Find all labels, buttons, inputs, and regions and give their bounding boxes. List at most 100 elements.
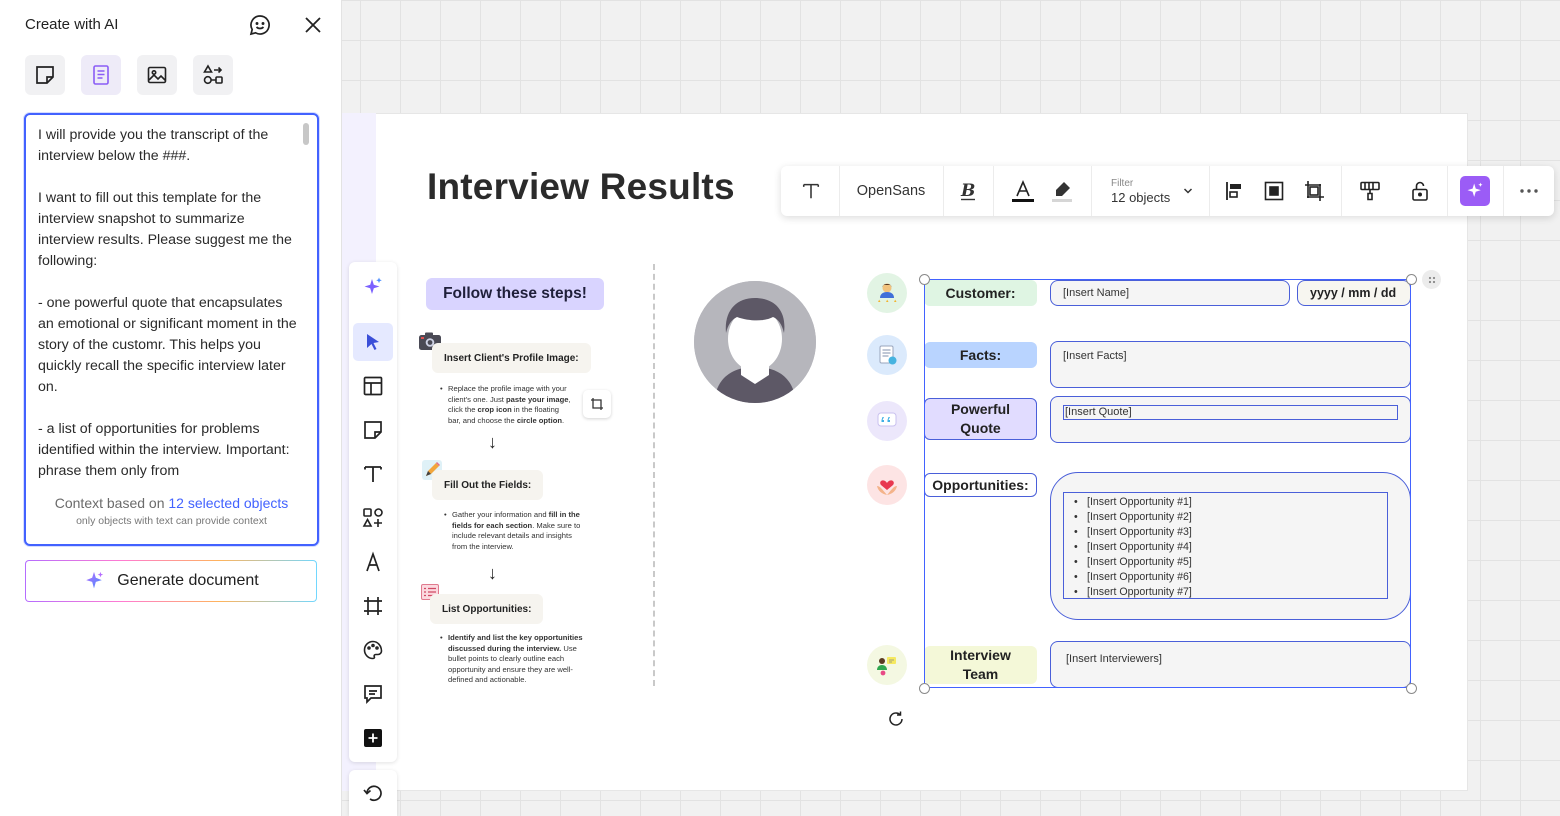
text-icon bbox=[364, 466, 382, 482]
prompt-scrollbar[interactable] bbox=[303, 118, 314, 543]
bold-button[interactable]: B bbox=[953, 166, 983, 216]
opportunities-list[interactable]: [Insert Opportunity #1] [Insert Opportun… bbox=[1063, 492, 1388, 600]
plus-square-icon bbox=[364, 729, 382, 747]
text-color-button[interactable] bbox=[1008, 166, 1038, 216]
crop-icon bbox=[591, 398, 603, 410]
list-item[interactable]: [Insert Opportunity #2] bbox=[1074, 510, 1387, 525]
customer-name-field[interactable]: [Insert Name] bbox=[1050, 280, 1290, 306]
layout-icon bbox=[363, 376, 383, 396]
list-item[interactable]: [Insert Opportunity #5] bbox=[1074, 555, 1387, 570]
step3-description: Identify and list the key opportunitiesd… bbox=[440, 633, 600, 686]
ai-assist-button[interactable] bbox=[1460, 166, 1490, 216]
font-family-select[interactable]: OpenSans bbox=[839, 166, 943, 216]
board-title[interactable]: Interview Results bbox=[427, 166, 735, 208]
generate-document-button[interactable]: Generate document bbox=[25, 560, 317, 602]
unlock-icon bbox=[1412, 181, 1428, 201]
filter-value: 12 objects bbox=[1111, 190, 1171, 205]
pen-icon bbox=[366, 551, 380, 572]
cursor-icon bbox=[367, 334, 379, 350]
crop-button[interactable] bbox=[583, 390, 611, 418]
text-style-button[interactable] bbox=[795, 166, 827, 216]
drag-handle[interactable] bbox=[1422, 270, 1441, 289]
panel-title: Create with AI bbox=[25, 16, 119, 33]
quote-field[interactable]: [Insert Quote] bbox=[1050, 396, 1411, 443]
shapes-icon bbox=[362, 508, 383, 527]
list-item[interactable]: [Insert Opportunity #6] bbox=[1074, 570, 1387, 585]
generate-label: Generate document bbox=[117, 572, 259, 589]
resize-handle-top-right[interactable] bbox=[1406, 274, 1417, 285]
feedback-icon[interactable] bbox=[247, 12, 273, 38]
context-toolbar: OpenSans B Filter 12 objects bbox=[781, 166, 1554, 216]
mode-diagram-button[interactable] bbox=[193, 55, 233, 95]
team-label[interactable]: Interview Team bbox=[924, 646, 1037, 684]
filter-dropdown[interactable]: Filter 12 objects bbox=[1111, 166, 1197, 216]
steps-header[interactable]: Follow these steps! bbox=[426, 278, 604, 310]
list-item[interactable]: [Insert Opportunity #7] bbox=[1074, 585, 1387, 600]
text-tool[interactable] bbox=[353, 455, 393, 493]
divider-dashed bbox=[653, 264, 655, 686]
lock-button[interactable] bbox=[1405, 166, 1435, 216]
resize-handle-bottom-right[interactable] bbox=[1406, 683, 1417, 694]
drag-dots-icon bbox=[1428, 276, 1435, 283]
sparkle-icon bbox=[1467, 182, 1483, 197]
list-item[interactable]: [Insert Opportunity #3] bbox=[1074, 525, 1387, 540]
comment-tool[interactable] bbox=[353, 675, 393, 713]
sticky-note-tool[interactable] bbox=[353, 411, 393, 449]
resize-handle-top-left[interactable] bbox=[919, 274, 930, 285]
select-tool[interactable] bbox=[353, 323, 393, 361]
ai-tool[interactable] bbox=[353, 268, 393, 306]
step1-title[interactable]: Insert Client's Profile Image: bbox=[432, 343, 591, 373]
more-options-button[interactable] bbox=[1514, 166, 1544, 216]
resize-handle-bottom-left[interactable] bbox=[919, 683, 930, 694]
date-field[interactable]: yyyy / mm / dd bbox=[1297, 280, 1411, 306]
frame-selection-button[interactable] bbox=[1299, 166, 1329, 216]
templates-tool[interactable] bbox=[353, 367, 393, 405]
prompt-textarea[interactable]: I will provide you the transcript of the… bbox=[24, 113, 319, 546]
prompt-text[interactable]: I will provide you the transcript of the… bbox=[38, 125, 300, 485]
list-item[interactable]: [Insert Opportunity #1] bbox=[1074, 495, 1387, 510]
quote-label[interactable]: Powerful Quote bbox=[924, 398, 1037, 440]
rotate-handle[interactable] bbox=[886, 709, 906, 729]
step2-title[interactable]: Fill Out the Fields: bbox=[432, 470, 544, 500]
opportunities-label[interactable]: Opportunities: bbox=[924, 473, 1037, 497]
mode-sticky-note-button[interactable] bbox=[25, 55, 65, 95]
stickers-tool[interactable] bbox=[353, 631, 393, 669]
frame-icon bbox=[1305, 181, 1324, 201]
facts-field[interactable]: [Insert Facts] bbox=[1050, 341, 1411, 388]
mode-image-button[interactable] bbox=[137, 55, 177, 95]
mode-document-button[interactable] bbox=[81, 55, 121, 95]
image-icon bbox=[147, 66, 167, 84]
frame-tool[interactable] bbox=[353, 587, 393, 625]
highlight-color-button[interactable] bbox=[1047, 166, 1077, 216]
group-icon bbox=[1264, 181, 1284, 201]
selected-objects-link[interactable]: 12 selected objects bbox=[168, 495, 288, 511]
close-icon[interactable] bbox=[300, 12, 326, 38]
undo-button[interactable] bbox=[349, 770, 397, 816]
more-tools-button[interactable] bbox=[353, 719, 393, 757]
step-arrow-2: ↓ bbox=[488, 563, 497, 583]
context-prefix: Context based on bbox=[54, 495, 169, 511]
frame-icon bbox=[364, 597, 382, 615]
palette-icon bbox=[363, 640, 383, 660]
profile-image-placeholder[interactable] bbox=[694, 281, 816, 403]
bold-icon: B bbox=[960, 181, 975, 201]
scrollbar-thumb[interactable] bbox=[303, 123, 309, 145]
list-item[interactable]: [Insert Opportunity #4] bbox=[1074, 540, 1387, 555]
shapes-tool[interactable] bbox=[353, 499, 393, 537]
paint-roller-icon bbox=[1360, 181, 1380, 201]
facts-icon bbox=[867, 335, 907, 375]
team-field[interactable]: [Insert Interviewers] bbox=[1050, 641, 1411, 688]
format-painter-button[interactable] bbox=[1355, 166, 1385, 216]
customer-label[interactable]: Customer: bbox=[924, 280, 1037, 306]
group-button[interactable] bbox=[1259, 166, 1289, 216]
align-left-icon bbox=[1226, 182, 1241, 200]
facts-label[interactable]: Facts: bbox=[924, 342, 1037, 368]
sparkle-icon bbox=[86, 571, 104, 589]
diagram-icon bbox=[203, 64, 223, 85]
align-button[interactable] bbox=[1219, 166, 1249, 216]
step3-title[interactable]: List Opportunities: bbox=[430, 594, 544, 624]
quote-value[interactable]: [Insert Quote] bbox=[1063, 405, 1398, 420]
pen-tool[interactable] bbox=[353, 543, 393, 581]
context-note: only objects with text can provide conte… bbox=[76, 515, 267, 527]
step-arrow-1: ↓ bbox=[488, 432, 497, 452]
